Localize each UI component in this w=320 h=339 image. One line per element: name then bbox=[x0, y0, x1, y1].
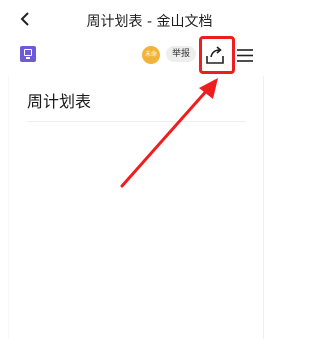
document-heading: 周计划表 bbox=[27, 92, 92, 111]
content-border-left bbox=[8, 76, 9, 339]
avatar[interactable]: 未命 bbox=[142, 46, 160, 64]
document-icon[interactable] bbox=[20, 46, 36, 62]
chevron-left-icon[interactable] bbox=[16, 9, 36, 29]
top-bar: 周计划表 - 金山文档 bbox=[0, 0, 269, 38]
share-icon[interactable] bbox=[204, 44, 226, 66]
page-title: 周计划表 - 金山文档 bbox=[86, 14, 213, 30]
report-button[interactable]: 举报 bbox=[166, 46, 197, 62]
content-border-right bbox=[263, 76, 264, 339]
menu-icon[interactable] bbox=[237, 49, 253, 62]
divider bbox=[27, 121, 246, 122]
